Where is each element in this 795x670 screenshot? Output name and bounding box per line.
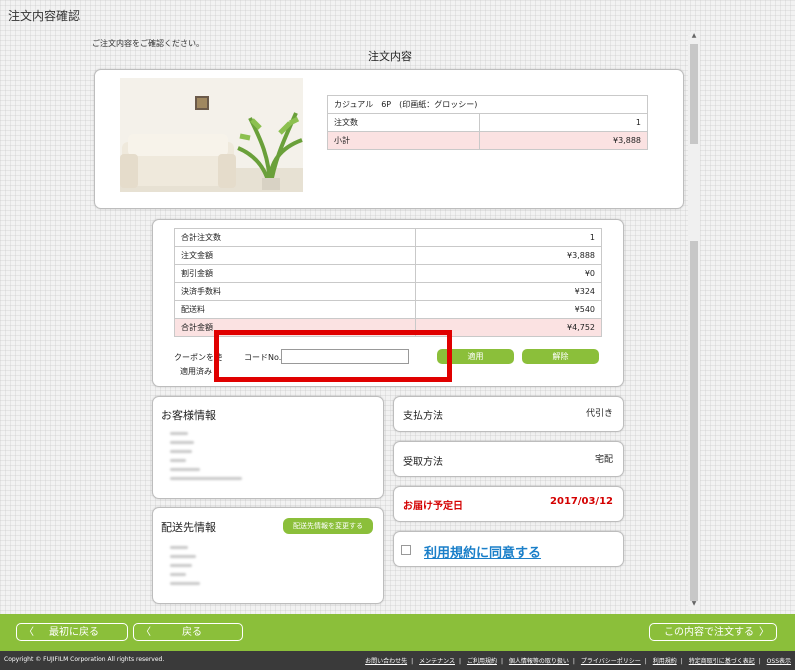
footer-link[interactable]: OSS表示 (767, 658, 791, 665)
qty-label: 注文数 (327, 113, 480, 132)
row-value: 1 (414, 228, 603, 247)
scrollbar-thumb[interactable] (690, 44, 698, 144)
copyright-text: Copyright © FUJIFILM Corporation All rig… (4, 656, 165, 663)
change-shipping-button[interactable]: 配送先情報を変更する (283, 518, 373, 534)
totals-table: 合計注文数 1 注文金額 ¥3,888 割引金額 ¥0 決済手数料 ¥324 配送料 ¥5… (174, 228, 603, 337)
payment-method-label: 支払方法 (403, 411, 443, 422)
table-row: 注文金額 ¥3,888 (174, 246, 603, 265)
customer-details-redacted (170, 432, 242, 480)
subtotal-value: ¥3,888 (478, 131, 649, 150)
terms-link[interactable]: 利用規約に同意する (424, 542, 541, 561)
footer-link[interactable]: お問い合わせ先 (365, 658, 407, 665)
terms-checkbox[interactable] (401, 545, 411, 555)
table-row: 決済手数料 ¥324 (174, 282, 603, 301)
footer-links: お問い合わせ先 | メンテナンス | ご利用規約 | 個人情報等の取り扱い | プライバ… (365, 658, 791, 665)
row-value: ¥540 (414, 300, 603, 319)
customer-title: お客様情報 (161, 409, 216, 422)
receive-method-value: 宅配 (594, 455, 613, 465)
footer-link[interactable]: 個人情報等の取り扱い (509, 658, 569, 665)
delivery-date-label: お届け予定日 (403, 501, 463, 512)
footer-link[interactable]: ご利用規約 (467, 658, 497, 665)
row-label: 合計注文数 (174, 228, 416, 247)
delivery-date-value: 2017/03/12 (550, 496, 613, 507)
back-button[interactable]: 〈 戻る (133, 623, 243, 641)
shipping-title: 配送先情報 (161, 521, 216, 534)
chevron-left-icon: 〈 (141, 627, 151, 638)
table-row: 配送料 ¥540 (174, 300, 603, 319)
back-button-label: 戻る (182, 627, 202, 638)
row-value: ¥3,888 (414, 246, 603, 265)
footer-link[interactable]: プライバシーポリシー (581, 658, 641, 665)
row-label: 決済手数料 (174, 282, 416, 301)
row-value: ¥324 (414, 282, 603, 301)
shipping-details-redacted (170, 546, 200, 585)
scroll-up-icon[interactable]: ▲ (688, 32, 700, 42)
page-title: 注文内容確認 (8, 9, 81, 23)
scrollbar-thumb-lower[interactable] (690, 241, 698, 601)
first-button[interactable]: 〈 最初に戻る (16, 623, 128, 641)
footer: Copyright © FUJIFILM Corporation All rig… (0, 651, 795, 670)
table-row: 割引金額 ¥0 (174, 264, 603, 283)
receive-method-label: 受取方法 (403, 457, 443, 468)
row-label: 注文金額 (174, 246, 416, 265)
row-value: ¥0 (414, 264, 603, 283)
subtotal-label: 小計 (327, 131, 480, 150)
row-label: 配送料 (174, 300, 416, 319)
scroll-down-icon[interactable]: ▼ (688, 600, 700, 610)
product-image (120, 78, 303, 192)
payment-method-value: 代引き (585, 409, 613, 419)
chevron-right-icon: 〉 (759, 627, 769, 638)
order-button-label: この内容で注文する (664, 627, 754, 638)
product-table: カジュアル 6P (印画紙：グロッシー) 注文数 1 小計 ¥3,888 (327, 95, 649, 150)
table-row: 合計注文数 1 (174, 228, 603, 247)
chevron-left-icon: 〈 (24, 627, 34, 638)
order-button[interactable]: この内容で注文する 〉 (649, 623, 777, 641)
highlight-box (214, 330, 452, 382)
footer-link[interactable]: 利用規約 (653, 658, 677, 665)
remove-coupon-button[interactable]: 解除 (522, 349, 599, 364)
row-label: 割引金額 (174, 264, 416, 283)
coupon-applied-label: 適用済み (180, 367, 212, 376)
section-title: 注文内容 (368, 50, 412, 63)
qty-value: 1 (478, 113, 649, 132)
footer-link[interactable]: 特定商取引に基づく表記 (689, 658, 755, 665)
footer-link[interactable]: メンテナンス (419, 658, 455, 665)
product-name: カジュアル 6P (印画紙：グロッシー) (327, 95, 648, 114)
first-button-label: 最初に戻る (49, 627, 99, 638)
